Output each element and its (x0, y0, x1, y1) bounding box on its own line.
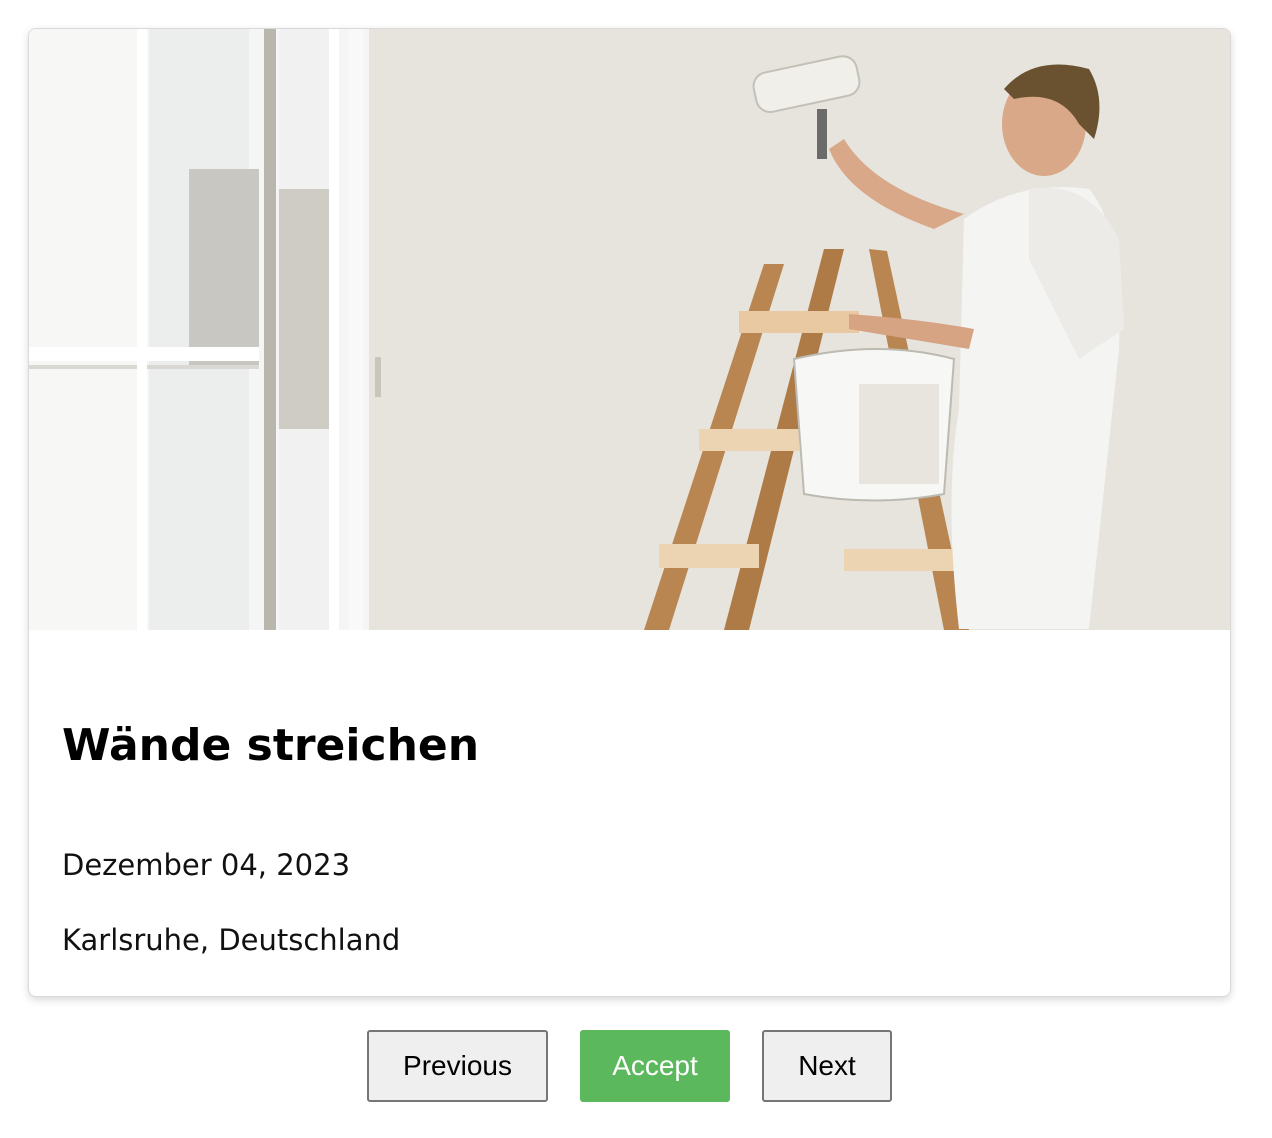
accept-button[interactable]: Accept (580, 1030, 730, 1102)
job-photo (29, 29, 1230, 630)
next-button[interactable]: Next (762, 1030, 892, 1102)
job-card: Wände streichen Dezember 04, 2023 Karlsr… (28, 28, 1231, 997)
previous-button[interactable]: Previous (367, 1030, 548, 1102)
card-body: Wände streichen Dezember 04, 2023 Karlsr… (62, 719, 1192, 957)
job-date: Dezember 04, 2023 (62, 848, 351, 882)
job-title: Wände streichen (62, 720, 480, 771)
job-location: Karlsruhe, Deutschland (62, 923, 401, 957)
